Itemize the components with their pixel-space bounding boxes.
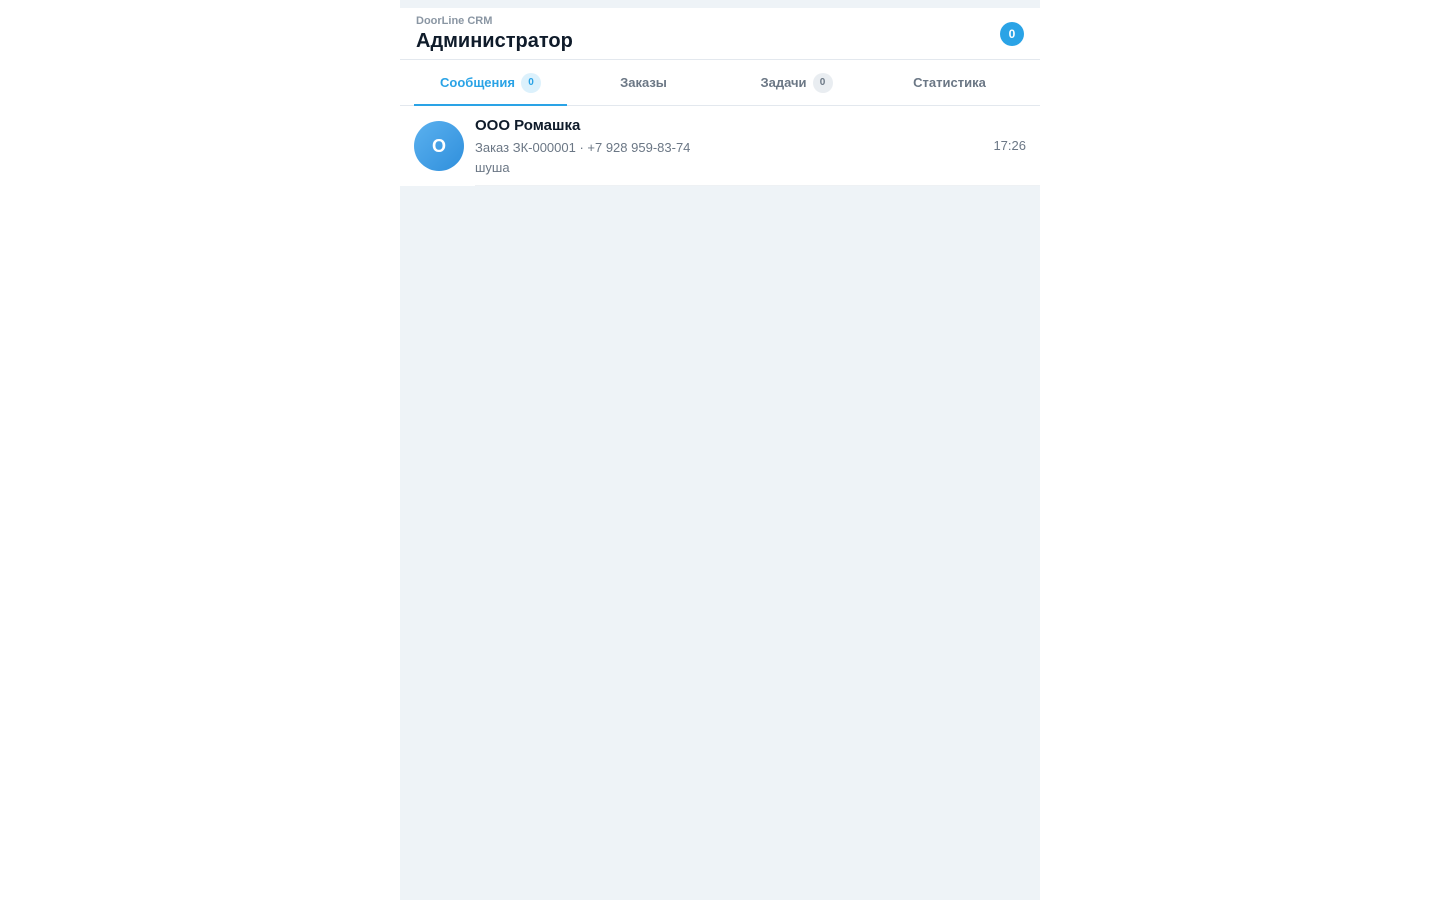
page-title: Администратор	[416, 30, 573, 52]
app-shell: DoorLine CRM Администратор 0 Сообщения 0…	[400, 0, 1040, 900]
tab-count-badge: 0	[812, 72, 833, 93]
chat-last-message: шуша	[475, 159, 510, 175]
tab-tasks[interactable]: Задачи 0	[720, 60, 873, 105]
chat-subtitle: Заказ ЗК-000001 · +7 928 959-83-74	[475, 139, 691, 155]
tab-label: Статистика	[913, 75, 986, 90]
tab-label: Заказы	[620, 75, 667, 90]
header: DoorLine CRM Администратор 0	[400, 8, 1040, 60]
chat-item-body: ООО Ромашка Заказ ЗК-000001 · +7 928 959…	[475, 117, 1026, 176]
chat-name: ООО Ромашка	[475, 116, 581, 134]
top-strip	[400, 0, 1040, 8]
tab-label: Задачи	[760, 75, 807, 90]
chat-time: 17:26	[993, 138, 1026, 153]
row-divider	[475, 185, 1040, 186]
tab-bar: Сообщения 0 Заказы Задачи 0 Статистика	[400, 60, 1040, 106]
tab-statistics[interactable]: Статистика	[873, 60, 1026, 105]
avatar: О	[414, 121, 464, 171]
tab-orders[interactable]: Заказы	[567, 60, 720, 105]
chat-list-item[interactable]: О ООО Ромашка Заказ ЗК-000001 · +7 928 9…	[400, 106, 1040, 186]
notification-badge[interactable]: 0	[1000, 22, 1024, 46]
brand-name: DoorLine CRM	[416, 15, 493, 27]
tab-messages[interactable]: Сообщения 0	[414, 60, 567, 106]
tab-count-badge: 0	[520, 72, 541, 93]
chat-list: О ООО Ромашка Заказ ЗК-000001 · +7 928 9…	[400, 106, 1040, 186]
tab-label: Сообщения	[440, 75, 515, 90]
